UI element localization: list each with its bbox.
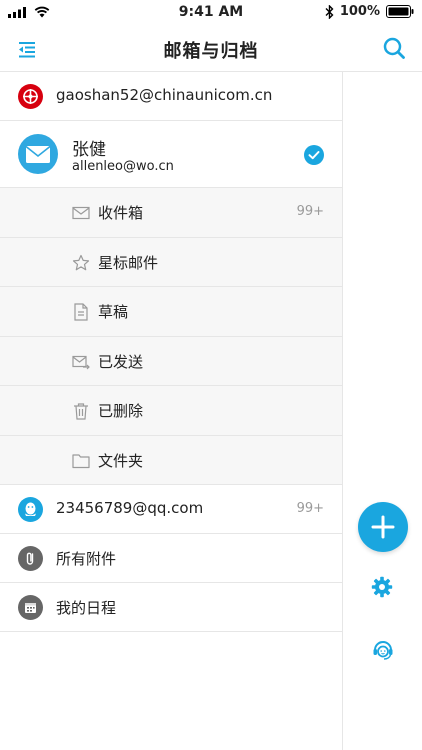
mail-avatar-icon <box>18 134 58 174</box>
account-row-unicom[interactable]: gaoshan52@chinaunicom.cn <box>0 72 342 121</box>
bluetooth-icon <box>325 4 334 19</box>
folder-label: 文件夹 <box>98 451 144 470</box>
unread-badge: 99+ <box>296 501 324 516</box>
account-row-wo[interactable]: 张健 allenleo@wo.cn <box>0 121 342 188</box>
folder-drafts[interactable]: 草稿 <box>0 287 342 337</box>
calendar-icon <box>18 595 43 620</box>
battery-percent: 100% <box>339 4 380 19</box>
row-label: 我的日程 <box>56 599 117 617</box>
star-icon <box>72 254 90 270</box>
battery-icon <box>386 5 414 18</box>
plus-icon <box>371 515 395 539</box>
account-email: gaoshan52@chinaunicom.cn <box>56 86 273 104</box>
unicom-logo-icon <box>18 84 43 109</box>
row-label: 所有附件 <box>56 550 117 568</box>
unread-badge: 99+ <box>296 204 324 219</box>
sent-icon <box>72 355 90 369</box>
all-attachments-row[interactable]: 所有附件 <box>0 534 342 583</box>
mailbox-list: gaoshan52@chinaunicom.cn 张健 allenleo@wo.… <box>0 72 342 632</box>
folder-label: 星标邮件 <box>98 253 159 272</box>
folder-label: 已发送 <box>98 352 144 371</box>
compose-button[interactable] <box>358 502 408 552</box>
search-button[interactable] <box>382 36 406 60</box>
paperclip-icon <box>18 546 43 571</box>
inbox-icon <box>72 206 90 220</box>
account-email: allenleo@wo.cn <box>72 159 174 174</box>
account-name: 张健 <box>72 140 106 160</box>
trash-icon <box>74 403 88 420</box>
account-email: 23456789@qq.com <box>56 499 204 517</box>
nav-bar: 邮箱与归档 <box>0 26 422 72</box>
folder-inbox[interactable]: 收件箱 99+ <box>0 188 342 238</box>
folder-icon <box>72 453 90 468</box>
gear-icon[interactable] <box>371 576 393 598</box>
folder-label: 收件箱 <box>98 204 144 222</box>
qq-icon <box>18 497 43 522</box>
folder-label: 草稿 <box>98 303 129 321</box>
folder-sent[interactable]: 已发送 <box>0 336 342 386</box>
folder-label: 已删除 <box>98 402 144 420</box>
customer-service-icon[interactable] <box>371 638 395 662</box>
status-bar: 9:41 AM 100% <box>0 0 422 26</box>
folder-folders[interactable]: 文件夹 <box>0 435 342 485</box>
folder-starred[interactable]: 星标邮件 <box>0 237 342 287</box>
my-schedule-row[interactable]: 我的日程 <box>0 583 342 632</box>
folder-deleted[interactable]: 已删除 <box>0 386 342 436</box>
document-icon <box>74 303 88 321</box>
status-right-group: 100% <box>325 4 414 19</box>
check-icon <box>304 145 324 165</box>
search-icon <box>383 37 405 59</box>
right-action-rail <box>342 72 422 750</box>
account-row-qq[interactable]: 23456789@qq.com 99+ <box>0 485 342 534</box>
page-title: 邮箱与归档 <box>163 41 259 62</box>
